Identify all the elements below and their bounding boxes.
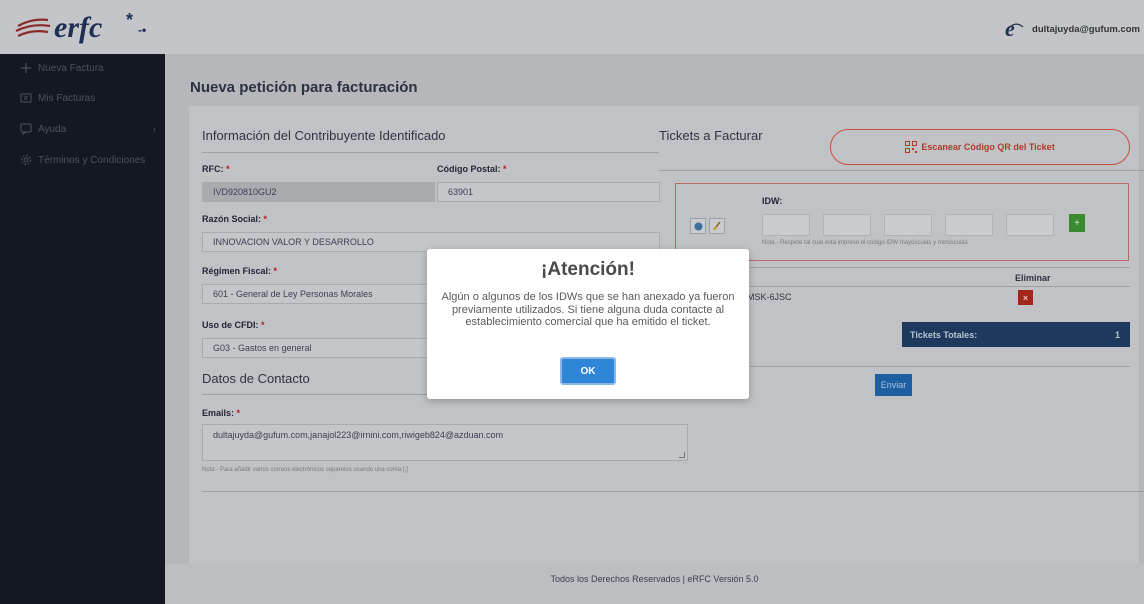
totals-value: 1 [1114, 329, 1120, 340]
idw-label: IDW: [762, 196, 783, 206]
totals-label: Tickets Totales: [910, 329, 978, 340]
footer: Todos los Derechos Reservados | eRFC Ver… [165, 564, 1144, 604]
rfc-field: IVD920810GU2 [202, 182, 435, 202]
broom-icon [713, 221, 721, 230]
send-button[interactable]: Enviar [875, 374, 912, 396]
idw-note: Nota - Respete tal cual está impreso el … [762, 240, 968, 246]
svg-text:erfc: erfc [54, 11, 102, 44]
sidebar-item-label: Nueva Factura [38, 62, 104, 74]
divider [659, 170, 1144, 171]
alert-dialog: ¡Atención! Algún o algunos de los IDWs q… [427, 249, 749, 399]
sidebar-item-nueva-factura[interactable]: Nueva Factura [20, 62, 160, 74]
sidebar-item-label: Términos y Condiciones [38, 154, 146, 166]
emails-textarea[interactable]: dultajuyda@gufum.com,janajol223@irnini.c… [202, 424, 688, 461]
regimen-fiscal-label: Régimen Fiscal: * [202, 266, 278, 276]
gear-icon [21, 155, 31, 165]
user-menu[interactable]: e dultajuyda@gufum.com [1004, 18, 1140, 40]
sidebar-item-label: Ayuda [38, 123, 67, 135]
idw-input-5[interactable] [1006, 214, 1054, 236]
scan-qr-button[interactable]: Escanear Código QR del Ticket [830, 129, 1130, 165]
tickets-totals-bar: Tickets Totales: 1 [902, 322, 1130, 347]
table-divider [750, 286, 1130, 287]
section-title-tickets: Tickets a Facturar [659, 128, 763, 143]
user-e-icon: e [1005, 18, 1024, 40]
alert-message: Algún o algunos de los IDWs que se han a… [441, 291, 735, 328]
sidebar-item-mis-facturas[interactable]: Mis Facturas [20, 92, 160, 104]
idw-input-2[interactable] [823, 214, 871, 236]
uso-cfdi-label: Uso de CFDI: * [202, 320, 265, 330]
idw-input-3[interactable] [884, 214, 932, 236]
sidebar: Nueva Factura Mis Facturas Ayuda › Térmi… [0, 54, 165, 604]
svg-text:*: * [126, 10, 133, 30]
alert-title: ¡Atención! [541, 259, 635, 280]
emails-note: Nota - Para añadir varios correos electr… [202, 467, 408, 473]
cp-field[interactable]: 63901 [437, 182, 660, 202]
divider [750, 366, 1130, 367]
page-title: Nueva petición para facturación [190, 79, 418, 96]
cp-label: Código Postal: * [437, 164, 507, 174]
idw-input-4[interactable] [945, 214, 993, 236]
ok-button[interactable]: OK [560, 357, 616, 385]
razon-social-label: Razón Social: * [202, 214, 268, 224]
clear-button[interactable] [709, 218, 725, 234]
emails-value: dultajuyda@gufum.com,janajol223@irnini.c… [213, 430, 504, 440]
resize-handle[interactable] [679, 452, 685, 458]
help-chat-icon [20, 123, 32, 135]
ticket-row-idw: MSK-6JSC [747, 292, 792, 302]
erfc-logo[interactable]: erfc * -• [14, 6, 164, 46]
info-icon [694, 222, 702, 230]
qr-code-icon [905, 141, 918, 153]
section-title-contribuyente: Información del Contribuyente Identifica… [202, 128, 446, 143]
rfc-label: RFC: * [202, 164, 230, 174]
chevron-right-icon: › [152, 123, 156, 135]
divider [202, 491, 1144, 492]
sidebar-item-terminos[interactable]: Términos y Condiciones [20, 154, 160, 166]
column-eliminar: Eliminar [1015, 273, 1051, 283]
scan-qr-label: Escanear Código QR del Ticket [921, 142, 1055, 152]
section-title-contacto: Datos de Contacto [202, 371, 310, 386]
svg-text:-•: -• [138, 23, 146, 37]
svg-text:e: e [1005, 18, 1015, 40]
top-bar: erfc * -• e dultajuyda@gufum.com [0, 0, 1144, 54]
user-email: dultajuyda@gufum.com [1032, 23, 1140, 35]
divider [202, 152, 659, 153]
delete-ticket-button[interactable]: × [1018, 290, 1033, 305]
plus-icon [21, 63, 31, 73]
info-button[interactable] [690, 218, 706, 234]
table-header-line [750, 267, 1130, 268]
invoice-icon [20, 93, 32, 103]
sidebar-item-ayuda[interactable]: Ayuda › [20, 123, 160, 135]
sidebar-item-label: Mis Facturas [38, 92, 96, 104]
idw-input-1[interactable] [762, 214, 810, 236]
add-idw-button[interactable]: + [1069, 214, 1085, 232]
emails-label: Emails: * [202, 408, 241, 418]
